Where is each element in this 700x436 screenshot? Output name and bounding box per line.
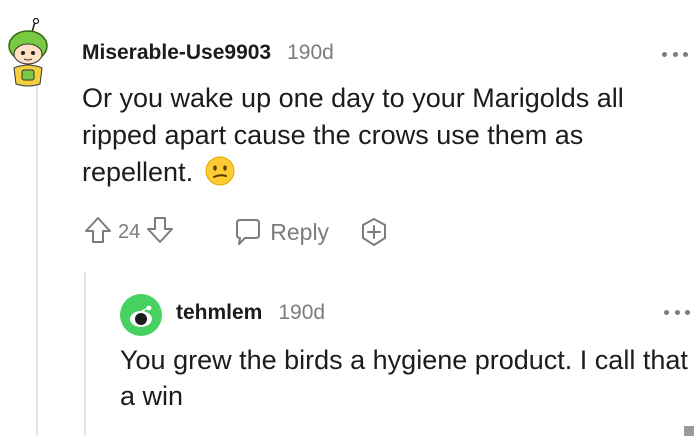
- comment-bubble-icon: [236, 219, 261, 245]
- username[interactable]: Miserable-Use9903: [82, 41, 271, 65]
- comment-text: Or you wake up one day to your Marigolds…: [82, 83, 624, 187]
- reply-button[interactable]: Reply: [232, 217, 329, 247]
- avatar[interactable]: [120, 294, 162, 336]
- reply-label: Reply: [270, 218, 330, 245]
- vote-count: 24: [118, 220, 141, 243]
- avatar[interactable]: [4, 17, 52, 90]
- reply-body: You grew the birds a hygiene product. I …: [120, 345, 688, 411]
- more-options-icon[interactable]: [664, 308, 690, 316]
- scrollbar-thumb[interactable]: [684, 426, 694, 436]
- comment-actions: 24 Reply: [82, 212, 389, 252]
- award-button[interactable]: [359, 217, 389, 247]
- comment-body: Or you wake up one day to your Marigolds…: [82, 80, 682, 196]
- downvote-icon[interactable]: [144, 214, 176, 251]
- upvote-icon[interactable]: [82, 214, 114, 251]
- more-options-icon[interactable]: [662, 50, 688, 58]
- timestamp[interactable]: 190d: [287, 41, 334, 65]
- thread-line[interactable]: [36, 82, 38, 436]
- reply-comment: tehmlem 190d You grew the birds a hygien…: [84, 272, 700, 436]
- reply-header: tehmlem 190d: [176, 298, 325, 328]
- timestamp[interactable]: 190d: [278, 301, 325, 325]
- comment-header: Miserable-Use9903 190d: [82, 38, 334, 68]
- confused-face-icon: [205, 156, 235, 196]
- username[interactable]: tehmlem: [176, 301, 262, 325]
- award-plus-icon: [362, 218, 387, 246]
